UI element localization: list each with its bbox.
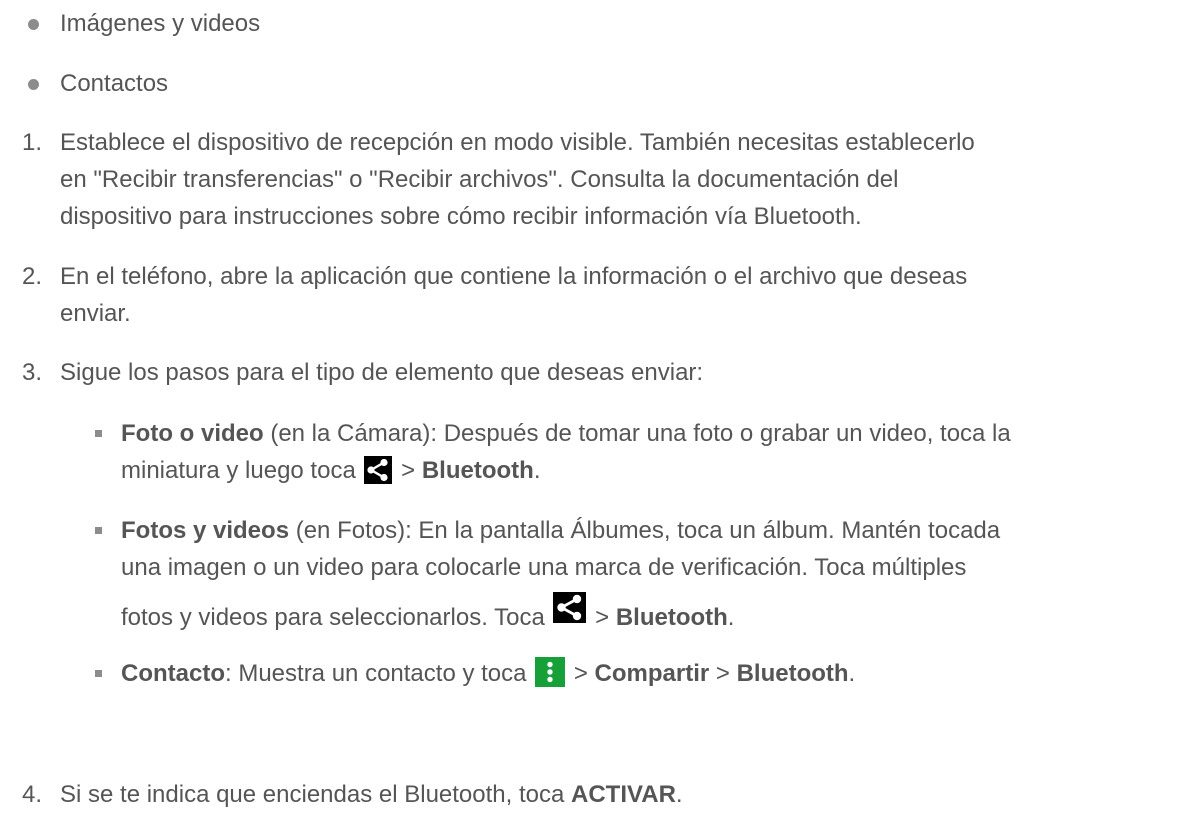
- step-text-line: en "Recibir transferencias" o "Recibir a…: [60, 166, 899, 193]
- substep-text: (en la Cámara): Después de tomar una fot…: [263, 420, 1011, 447]
- separator: >: [709, 660, 737, 687]
- step-text-line: En el teléfono, abre la aplicación que c…: [60, 263, 968, 290]
- substep-text-line: fotos y videos para seleccionarlos. Toca…: [121, 592, 1191, 636]
- target-label: Bluetooth: [421, 457, 534, 484]
- punctuation: .: [727, 604, 735, 631]
- substep-text: : Muestra un contacto y toca: [225, 660, 534, 687]
- substep-text: miniatura y luego toca: [121, 457, 363, 484]
- substep-title: Contacto: [121, 660, 225, 687]
- step-text-line: Sigue los pasos para el tipo de elemento…: [60, 359, 704, 386]
- substep-text-line: Contacto: Muestra un contacto y toca > C…: [121, 655, 1191, 692]
- step-text-line: enviar.: [60, 300, 131, 327]
- substep-text-line: Foto o video (en la Cámara): Después de …: [121, 415, 1191, 452]
- punctuation: .: [675, 781, 683, 808]
- step-text-line: dispositivo para instrucciones sobre cóm…: [60, 203, 862, 230]
- target-label: Bluetooth: [615, 604, 728, 631]
- step-number: 2.: [22, 263, 43, 290]
- substep-text-line: miniatura y luego toca > Bluetooth.: [121, 452, 1191, 489]
- step-text: Si se te indica que enciendas el Bluetoo…: [60, 781, 572, 808]
- share-icon: [364, 456, 393, 484]
- punctuation: .: [533, 457, 541, 484]
- substep-text: fotos y videos para seleccionarlos. Toca: [121, 604, 552, 631]
- substep-text-line: Fotos y videos (en Fotos): En la pantall…: [121, 512, 1191, 549]
- square-bullet: [95, 670, 102, 677]
- step-text-line: Establece el dispositivo de recepción en…: [60, 129, 975, 156]
- activate-label: ACTIVAR: [571, 781, 676, 808]
- document-page: Imágenes y videos Contactos 1. Establece…: [0, 0, 1202, 818]
- substep-text-line: una imagen o un video para colocarle una…: [121, 554, 967, 581]
- more-vert-icon: [535, 657, 566, 687]
- square-bullet: [95, 527, 102, 534]
- target-label: Bluetooth: [736, 660, 849, 687]
- square-bullet: [95, 430, 102, 437]
- substep-title: Fotos y videos: [121, 517, 290, 544]
- step-number: 4.: [22, 781, 43, 808]
- substep-title: Foto o video: [121, 420, 264, 447]
- bullet-dot: [28, 79, 39, 90]
- step-number: 3.: [22, 359, 43, 386]
- substep-text: (en Fotos): En la pantalla Álbumes, toca…: [289, 517, 1001, 544]
- separator: >: [588, 604, 616, 631]
- share-icon: [553, 592, 587, 623]
- punctuation: .: [848, 660, 856, 687]
- share-label: Compartir: [594, 660, 710, 687]
- bullet-dot: [28, 19, 39, 30]
- step-text-line: Si se te indica que enciendas el Bluetoo…: [60, 776, 1180, 813]
- separator: >: [394, 457, 422, 484]
- step-number: 1.: [22, 129, 43, 156]
- bullet-label: Contactos: [60, 70, 169, 97]
- separator: >: [567, 660, 595, 687]
- bullet-label: Imágenes y videos: [60, 10, 261, 37]
